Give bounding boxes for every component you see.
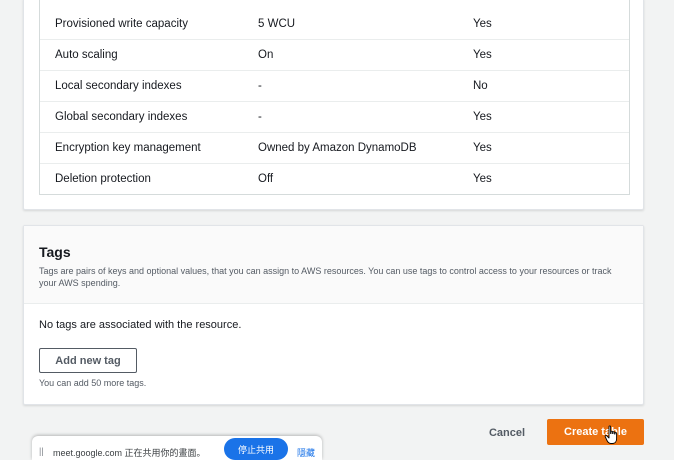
tags-description: Tags are pairs of keys and optional valu…	[39, 266, 612, 288]
setting-value: Owned by Amazon DynamoDB	[258, 142, 417, 154]
table-row: Encryption key management Owned by Amazo…	[40, 132, 629, 164]
tags-title: Tags	[39, 244, 71, 260]
tags-limit-text: You can add 50 more tags.	[39, 378, 147, 388]
setting-value: 5 WCU	[258, 18, 296, 30]
setting-value: -	[258, 111, 262, 123]
table-row: Local secondary indexes - No	[40, 70, 629, 102]
setting-editable: No	[473, 80, 488, 92]
setting-name: Encryption key management	[55, 142, 201, 154]
stop-sharing-button[interactable]: 停止共用	[224, 438, 288, 460]
setting-editable: Yes	[473, 18, 492, 30]
hide-share-bar-link[interactable]: 隱藏	[297, 446, 315, 459]
create-table-button[interactable]: Create table	[547, 419, 644, 445]
hand-cursor-icon	[604, 425, 618, 444]
add-new-tag-button[interactable]: Add new tag	[39, 348, 137, 373]
tags-panel: Tags Tags are pairs of keys and optional…	[23, 225, 644, 405]
setting-name: Auto scaling	[55, 49, 118, 61]
setting-name: Global secondary indexes	[55, 111, 188, 123]
setting-editable: Yes	[473, 142, 492, 154]
setting-value: -	[258, 80, 262, 92]
setting-value: Off	[258, 173, 274, 185]
share-status-text: meet.google.com 正在共用你的畫面。	[53, 448, 206, 458]
table-settings-panel: Provisioned write capacity 5 WCU Yes Aut…	[23, 0, 644, 210]
drag-handle-icon[interactable]: ||	[39, 446, 44, 456]
setting-name: Local secondary indexes	[55, 80, 182, 92]
setting-value: On	[258, 49, 274, 61]
tags-header: Tags Tags are pairs of keys and optional…	[24, 226, 643, 304]
setting-name: Provisioned write capacity	[55, 18, 188, 30]
screen-share-bar: || meet.google.com 正在共用你的畫面。 停止共用 隱藏	[32, 436, 322, 460]
setting-editable: Yes	[473, 173, 492, 185]
setting-editable: Yes	[473, 49, 492, 61]
setting-name: Deletion protection	[55, 173, 151, 185]
setting-editable: Yes	[473, 111, 492, 123]
table-row: Global secondary indexes - Yes	[40, 101, 629, 133]
table-row: Deletion protection Off Yes	[40, 163, 629, 194]
settings-table: Provisioned write capacity 5 WCU Yes Aut…	[39, 0, 630, 195]
cancel-button[interactable]: Cancel	[476, 424, 538, 442]
table-row: Provisioned write capacity 5 WCU Yes	[40, 8, 629, 40]
table-row: Auto scaling On Yes	[40, 39, 629, 71]
empty-tags-message: No tags are associated with the resource…	[39, 319, 242, 331]
